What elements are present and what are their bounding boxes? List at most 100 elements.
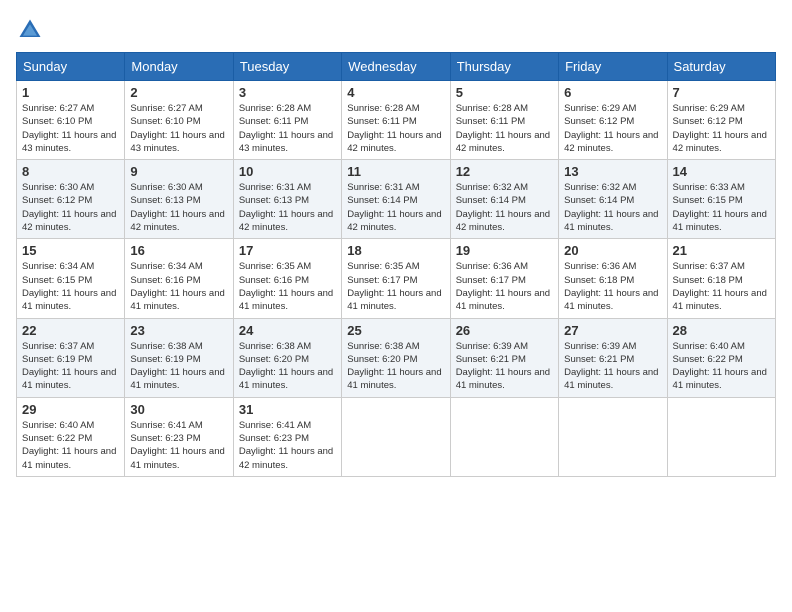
day-info: Sunrise: 6:41 AMSunset: 6:23 PMDaylight:… bbox=[239, 419, 336, 472]
day-info: Sunrise: 6:32 AMSunset: 6:14 PMDaylight:… bbox=[456, 181, 553, 234]
calendar-cell: 30 Sunrise: 6:41 AMSunset: 6:23 PMDaylig… bbox=[125, 397, 233, 476]
day-info: Sunrise: 6:34 AMSunset: 6:15 PMDaylight:… bbox=[22, 260, 119, 313]
day-info: Sunrise: 6:40 AMSunset: 6:22 PMDaylight:… bbox=[673, 340, 770, 393]
calendar-week-row: 15 Sunrise: 6:34 AMSunset: 6:15 PMDaylig… bbox=[17, 239, 776, 318]
day-number: 5 bbox=[456, 85, 553, 100]
day-info: Sunrise: 6:28 AMSunset: 6:11 PMDaylight:… bbox=[456, 102, 553, 155]
calendar-cell: 8 Sunrise: 6:30 AMSunset: 6:12 PMDayligh… bbox=[17, 160, 125, 239]
day-info: Sunrise: 6:35 AMSunset: 6:16 PMDaylight:… bbox=[239, 260, 336, 313]
calendar-cell: 27 Sunrise: 6:39 AMSunset: 6:21 PMDaylig… bbox=[559, 318, 667, 397]
calendar-cell: 29 Sunrise: 6:40 AMSunset: 6:22 PMDaylig… bbox=[17, 397, 125, 476]
calendar-cell: 25 Sunrise: 6:38 AMSunset: 6:20 PMDaylig… bbox=[342, 318, 450, 397]
logo bbox=[16, 16, 48, 44]
day-number: 13 bbox=[564, 164, 661, 179]
day-info: Sunrise: 6:36 AMSunset: 6:18 PMDaylight:… bbox=[564, 260, 661, 313]
day-number: 11 bbox=[347, 164, 444, 179]
day-number: 29 bbox=[22, 402, 119, 417]
day-number: 24 bbox=[239, 323, 336, 338]
calendar-cell: 24 Sunrise: 6:38 AMSunset: 6:20 PMDaylig… bbox=[233, 318, 341, 397]
day-number: 18 bbox=[347, 243, 444, 258]
calendar-cell: 18 Sunrise: 6:35 AMSunset: 6:17 PMDaylig… bbox=[342, 239, 450, 318]
day-number: 20 bbox=[564, 243, 661, 258]
column-header-friday: Friday bbox=[559, 53, 667, 81]
day-info: Sunrise: 6:38 AMSunset: 6:20 PMDaylight:… bbox=[239, 340, 336, 393]
day-info: Sunrise: 6:34 AMSunset: 6:16 PMDaylight:… bbox=[130, 260, 227, 313]
day-info: Sunrise: 6:40 AMSunset: 6:22 PMDaylight:… bbox=[22, 419, 119, 472]
day-number: 3 bbox=[239, 85, 336, 100]
calendar-cell: 28 Sunrise: 6:40 AMSunset: 6:22 PMDaylig… bbox=[667, 318, 775, 397]
day-number: 1 bbox=[22, 85, 119, 100]
day-number: 19 bbox=[456, 243, 553, 258]
day-info: Sunrise: 6:35 AMSunset: 6:17 PMDaylight:… bbox=[347, 260, 444, 313]
calendar-week-row: 8 Sunrise: 6:30 AMSunset: 6:12 PMDayligh… bbox=[17, 160, 776, 239]
day-number: 17 bbox=[239, 243, 336, 258]
calendar-cell: 19 Sunrise: 6:36 AMSunset: 6:17 PMDaylig… bbox=[450, 239, 558, 318]
day-info: Sunrise: 6:39 AMSunset: 6:21 PMDaylight:… bbox=[564, 340, 661, 393]
day-info: Sunrise: 6:31 AMSunset: 6:14 PMDaylight:… bbox=[347, 181, 444, 234]
calendar-cell: 6 Sunrise: 6:29 AMSunset: 6:12 PMDayligh… bbox=[559, 81, 667, 160]
day-number: 6 bbox=[564, 85, 661, 100]
calendar-cell: 13 Sunrise: 6:32 AMSunset: 6:14 PMDaylig… bbox=[559, 160, 667, 239]
calendar-cell: 12 Sunrise: 6:32 AMSunset: 6:14 PMDaylig… bbox=[450, 160, 558, 239]
day-number: 27 bbox=[564, 323, 661, 338]
day-number: 25 bbox=[347, 323, 444, 338]
day-number: 30 bbox=[130, 402, 227, 417]
calendar-cell bbox=[559, 397, 667, 476]
day-info: Sunrise: 6:27 AMSunset: 6:10 PMDaylight:… bbox=[130, 102, 227, 155]
day-number: 23 bbox=[130, 323, 227, 338]
calendar-cell bbox=[450, 397, 558, 476]
calendar-cell: 20 Sunrise: 6:36 AMSunset: 6:18 PMDaylig… bbox=[559, 239, 667, 318]
logo-icon bbox=[16, 16, 44, 44]
calendar-week-row: 22 Sunrise: 6:37 AMSunset: 6:19 PMDaylig… bbox=[17, 318, 776, 397]
day-info: Sunrise: 6:29 AMSunset: 6:12 PMDaylight:… bbox=[673, 102, 770, 155]
calendar-cell: 9 Sunrise: 6:30 AMSunset: 6:13 PMDayligh… bbox=[125, 160, 233, 239]
column-header-sunday: Sunday bbox=[17, 53, 125, 81]
day-info: Sunrise: 6:27 AMSunset: 6:10 PMDaylight:… bbox=[22, 102, 119, 155]
day-number: 12 bbox=[456, 164, 553, 179]
day-number: 15 bbox=[22, 243, 119, 258]
page-header bbox=[16, 16, 776, 44]
day-info: Sunrise: 6:37 AMSunset: 6:18 PMDaylight:… bbox=[673, 260, 770, 313]
day-info: Sunrise: 6:29 AMSunset: 6:12 PMDaylight:… bbox=[564, 102, 661, 155]
day-info: Sunrise: 6:33 AMSunset: 6:15 PMDaylight:… bbox=[673, 181, 770, 234]
calendar-cell: 11 Sunrise: 6:31 AMSunset: 6:14 PMDaylig… bbox=[342, 160, 450, 239]
day-info: Sunrise: 6:38 AMSunset: 6:19 PMDaylight:… bbox=[130, 340, 227, 393]
day-info: Sunrise: 6:39 AMSunset: 6:21 PMDaylight:… bbox=[456, 340, 553, 393]
day-number: 9 bbox=[130, 164, 227, 179]
calendar-cell: 21 Sunrise: 6:37 AMSunset: 6:18 PMDaylig… bbox=[667, 239, 775, 318]
calendar-cell bbox=[342, 397, 450, 476]
day-number: 28 bbox=[673, 323, 770, 338]
day-info: Sunrise: 6:36 AMSunset: 6:17 PMDaylight:… bbox=[456, 260, 553, 313]
column-header-tuesday: Tuesday bbox=[233, 53, 341, 81]
day-number: 31 bbox=[239, 402, 336, 417]
day-number: 4 bbox=[347, 85, 444, 100]
calendar-cell: 14 Sunrise: 6:33 AMSunset: 6:15 PMDaylig… bbox=[667, 160, 775, 239]
calendar-cell: 31 Sunrise: 6:41 AMSunset: 6:23 PMDaylig… bbox=[233, 397, 341, 476]
column-header-wednesday: Wednesday bbox=[342, 53, 450, 81]
day-number: 26 bbox=[456, 323, 553, 338]
calendar-cell: 2 Sunrise: 6:27 AMSunset: 6:10 PMDayligh… bbox=[125, 81, 233, 160]
calendar-cell: 23 Sunrise: 6:38 AMSunset: 6:19 PMDaylig… bbox=[125, 318, 233, 397]
day-info: Sunrise: 6:41 AMSunset: 6:23 PMDaylight:… bbox=[130, 419, 227, 472]
day-number: 2 bbox=[130, 85, 227, 100]
day-info: Sunrise: 6:30 AMSunset: 6:13 PMDaylight:… bbox=[130, 181, 227, 234]
day-number: 21 bbox=[673, 243, 770, 258]
calendar-week-row: 29 Sunrise: 6:40 AMSunset: 6:22 PMDaylig… bbox=[17, 397, 776, 476]
calendar-cell: 4 Sunrise: 6:28 AMSunset: 6:11 PMDayligh… bbox=[342, 81, 450, 160]
calendar-cell: 26 Sunrise: 6:39 AMSunset: 6:21 PMDaylig… bbox=[450, 318, 558, 397]
day-info: Sunrise: 6:37 AMSunset: 6:19 PMDaylight:… bbox=[22, 340, 119, 393]
calendar-week-row: 1 Sunrise: 6:27 AMSunset: 6:10 PMDayligh… bbox=[17, 81, 776, 160]
calendar-cell: 15 Sunrise: 6:34 AMSunset: 6:15 PMDaylig… bbox=[17, 239, 125, 318]
day-info: Sunrise: 6:38 AMSunset: 6:20 PMDaylight:… bbox=[347, 340, 444, 393]
day-info: Sunrise: 6:28 AMSunset: 6:11 PMDaylight:… bbox=[239, 102, 336, 155]
calendar-cell: 16 Sunrise: 6:34 AMSunset: 6:16 PMDaylig… bbox=[125, 239, 233, 318]
day-info: Sunrise: 6:28 AMSunset: 6:11 PMDaylight:… bbox=[347, 102, 444, 155]
calendar-cell: 1 Sunrise: 6:27 AMSunset: 6:10 PMDayligh… bbox=[17, 81, 125, 160]
day-number: 16 bbox=[130, 243, 227, 258]
calendar-cell: 17 Sunrise: 6:35 AMSunset: 6:16 PMDaylig… bbox=[233, 239, 341, 318]
calendar-cell: 10 Sunrise: 6:31 AMSunset: 6:13 PMDaylig… bbox=[233, 160, 341, 239]
calendar-header-row: SundayMondayTuesdayWednesdayThursdayFrid… bbox=[17, 53, 776, 81]
day-info: Sunrise: 6:32 AMSunset: 6:14 PMDaylight:… bbox=[564, 181, 661, 234]
calendar-table: SundayMondayTuesdayWednesdayThursdayFrid… bbox=[16, 52, 776, 477]
calendar-cell: 3 Sunrise: 6:28 AMSunset: 6:11 PMDayligh… bbox=[233, 81, 341, 160]
